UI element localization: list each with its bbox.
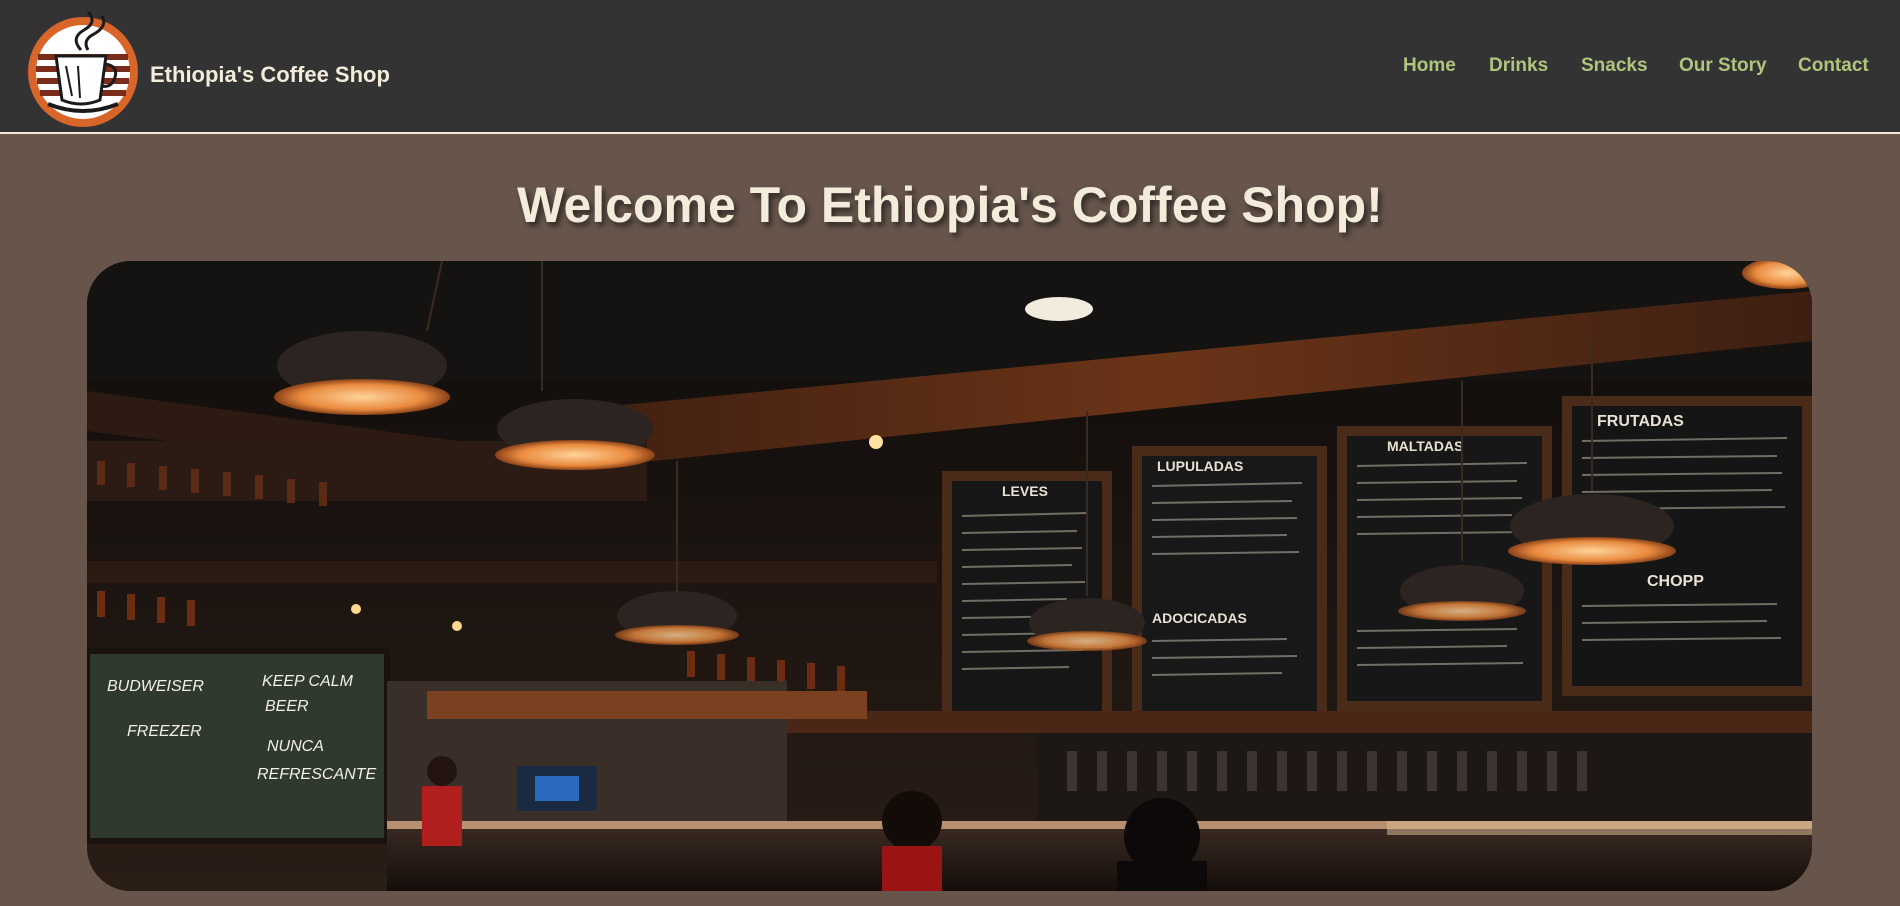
chalkboard-text: REFRESCANTE bbox=[257, 766, 376, 783]
menu-board-title: FRUTADAS bbox=[1597, 413, 1684, 430]
chalkboard-text: NUNCA bbox=[267, 738, 324, 755]
menu-board-title: LUPULADAS bbox=[1157, 458, 1243, 474]
nav-our-story-link[interactable]: Our Story bbox=[1679, 55, 1767, 77]
cafe-interior-photo: LEVES LUPULADAS MALTADAS FRUTADAS ADOCIC… bbox=[87, 261, 1812, 891]
site-name: Ethiopia's Coffee Shop bbox=[150, 62, 390, 87]
chalkboard-text: BEER bbox=[265, 698, 309, 715]
logo-link[interactable] bbox=[26, 4, 140, 130]
page-title: Welcome To Ethiopia's Coffee Shop! bbox=[517, 177, 1383, 233]
coffee-cup-logo-icon bbox=[28, 10, 138, 127]
site-header: Ethiopia's Coffee Shop Home Drinks Snack… bbox=[0, 0, 1900, 134]
menu-board-title: CHOPP bbox=[1647, 573, 1704, 590]
menu-board-title: ADOCICADAS bbox=[1152, 610, 1247, 626]
nav-contact-link[interactable]: Contact bbox=[1798, 55, 1869, 77]
chalkboard-text: BUDWEISER bbox=[107, 678, 204, 695]
chalkboard-text: KEEP CALM bbox=[262, 673, 354, 690]
nav-home-link[interactable]: Home bbox=[1403, 55, 1456, 77]
menu-board-title: MALTADAS bbox=[1387, 438, 1463, 454]
nav-drinks-link[interactable]: Drinks bbox=[1489, 55, 1548, 77]
chalkboard-text: FREEZER bbox=[127, 723, 202, 740]
nav-snacks-link[interactable]: Snacks bbox=[1581, 55, 1648, 77]
menu-board-title: LEVES bbox=[1002, 483, 1048, 499]
hero-image: LEVES LUPULADAS MALTADAS FRUTADAS ADOCIC… bbox=[87, 261, 1812, 891]
